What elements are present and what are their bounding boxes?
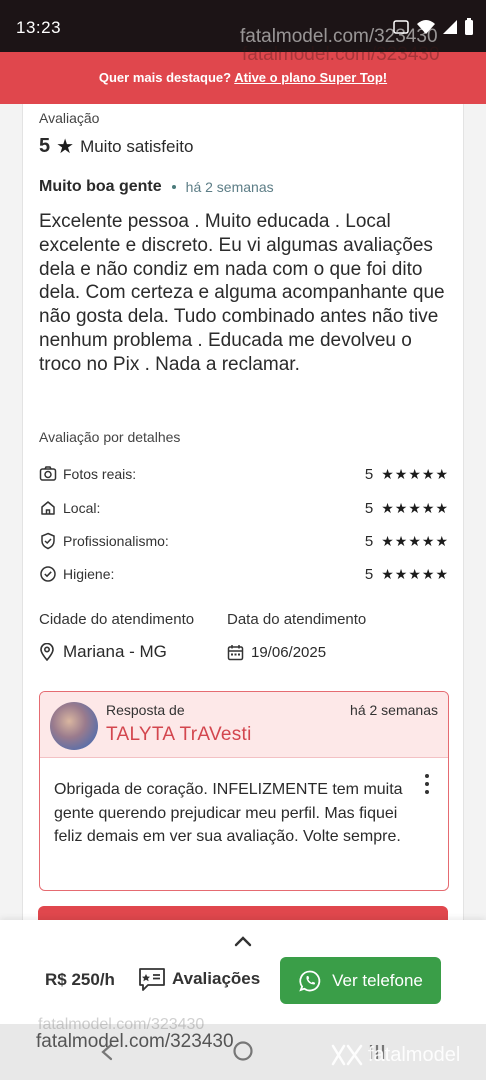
watermark-bottom: fatalmodel.com/323430 [36,1031,234,1052]
view-phone-label: Ver telefone [332,970,423,990]
check-circle-icon [40,566,56,582]
review-body: Excelente pessoa . Muito educada . Local… [39,211,445,375]
detail-stars: ★★★★★ [381,565,449,582]
reply-author-name[interactable]: TALYTA TrAVesti [106,724,252,746]
reviews-button[interactable]: Avaliações [138,966,260,992]
view-phone-button[interactable]: Ver telefone [280,957,441,1004]
separator-dot [171,185,176,189]
detail-label: Fotos reais: [63,466,137,482]
promo-link[interactable]: Ative o plano Super Top! [234,70,387,85]
details-label: Avaliação por detalhes [39,429,181,445]
avatar[interactable] [50,702,98,750]
location-pin-icon [40,643,54,661]
signal-icon [443,20,457,34]
rating-label: Avaliação [39,110,100,126]
watermark-logo: fatalmodel [330,1042,460,1068]
city-label: Cidade do atendimento [39,611,195,628]
home-icon [41,501,55,515]
camera-icon [39,466,57,481]
detail-value: 5 [364,465,374,483]
price-label: R$ 250/h [45,970,115,989]
watermark-top-overlay: fatalmodel.com/323430 [242,44,440,65]
detail-stars: ★★★★★ [381,499,449,516]
city-value: Mariana - MG [63,642,167,661]
review-title: Muito boa gente [39,178,162,195]
date-value: 19/06/2025 [251,644,327,661]
reviews-icon [139,968,165,991]
whatsapp-icon [299,970,321,992]
reply-from-label: Resposta de [106,702,185,718]
battery-icon [465,18,473,35]
detail-row-profissionalismo: Profissionalismo: 5 ★★★★★ [39,530,449,552]
reply-when: há 2 semanas [350,702,438,718]
detail-value: 5 [364,532,374,550]
city-field: Mariana - MG [39,642,167,662]
review-card: Avaliação 5 ★ Muito satisfeito Muito boa… [22,104,464,934]
rating-value: 5 [39,135,51,157]
detail-row-higiene: Higiene: 5 ★★★★★ [39,563,449,585]
more-options-icon[interactable] [424,774,430,794]
detail-stars: ★★★★★ [381,532,449,549]
rating-line: 5 ★ Muito satisfeito [39,134,193,159]
detail-row-fotos: Fotos reais: 5 ★★★★★ [39,463,449,485]
reply-text: Obrigada de coração. INFELIZMENTE tem mu… [54,781,403,845]
star-icon: ★ [56,136,75,158]
watermark-logo-text: fatalmodel [368,1043,461,1066]
calendar-icon [227,645,244,661]
detail-value: 5 [364,499,374,517]
detail-label: Profissionalismo: [63,533,169,549]
shield-check-icon [41,532,55,550]
reply-box: Resposta de TALYTA TrAVesti há 2 semanas… [39,691,449,891]
detail-label: Higiene: [63,566,115,582]
home-nav-icon[interactable] [232,1040,254,1062]
detail-stars: ★★★★★ [381,465,449,482]
promo-text: Quer mais destaque? [98,70,232,85]
chevron-up-icon[interactable] [233,934,253,948]
detail-label: Local: [63,500,101,516]
review-title-line: Muito boa gente há 2 semanas [39,178,274,196]
reviews-label: Avaliações [172,969,261,988]
rating-text: Muito satisfeito [80,136,194,156]
reply-header: Resposta de TALYTA TrAVesti há 2 semanas [40,692,448,758]
detail-row-local: Local: 5 ★★★★★ [39,497,449,519]
detail-value: 5 [364,565,374,583]
date-field: 19/06/2025 [227,644,326,661]
fatalmodel-logo-icon [331,1044,363,1066]
review-when: há 2 semanas [185,179,274,195]
date-label: Data do atendimento [227,611,367,628]
status-time: 13:23 [16,18,62,37]
